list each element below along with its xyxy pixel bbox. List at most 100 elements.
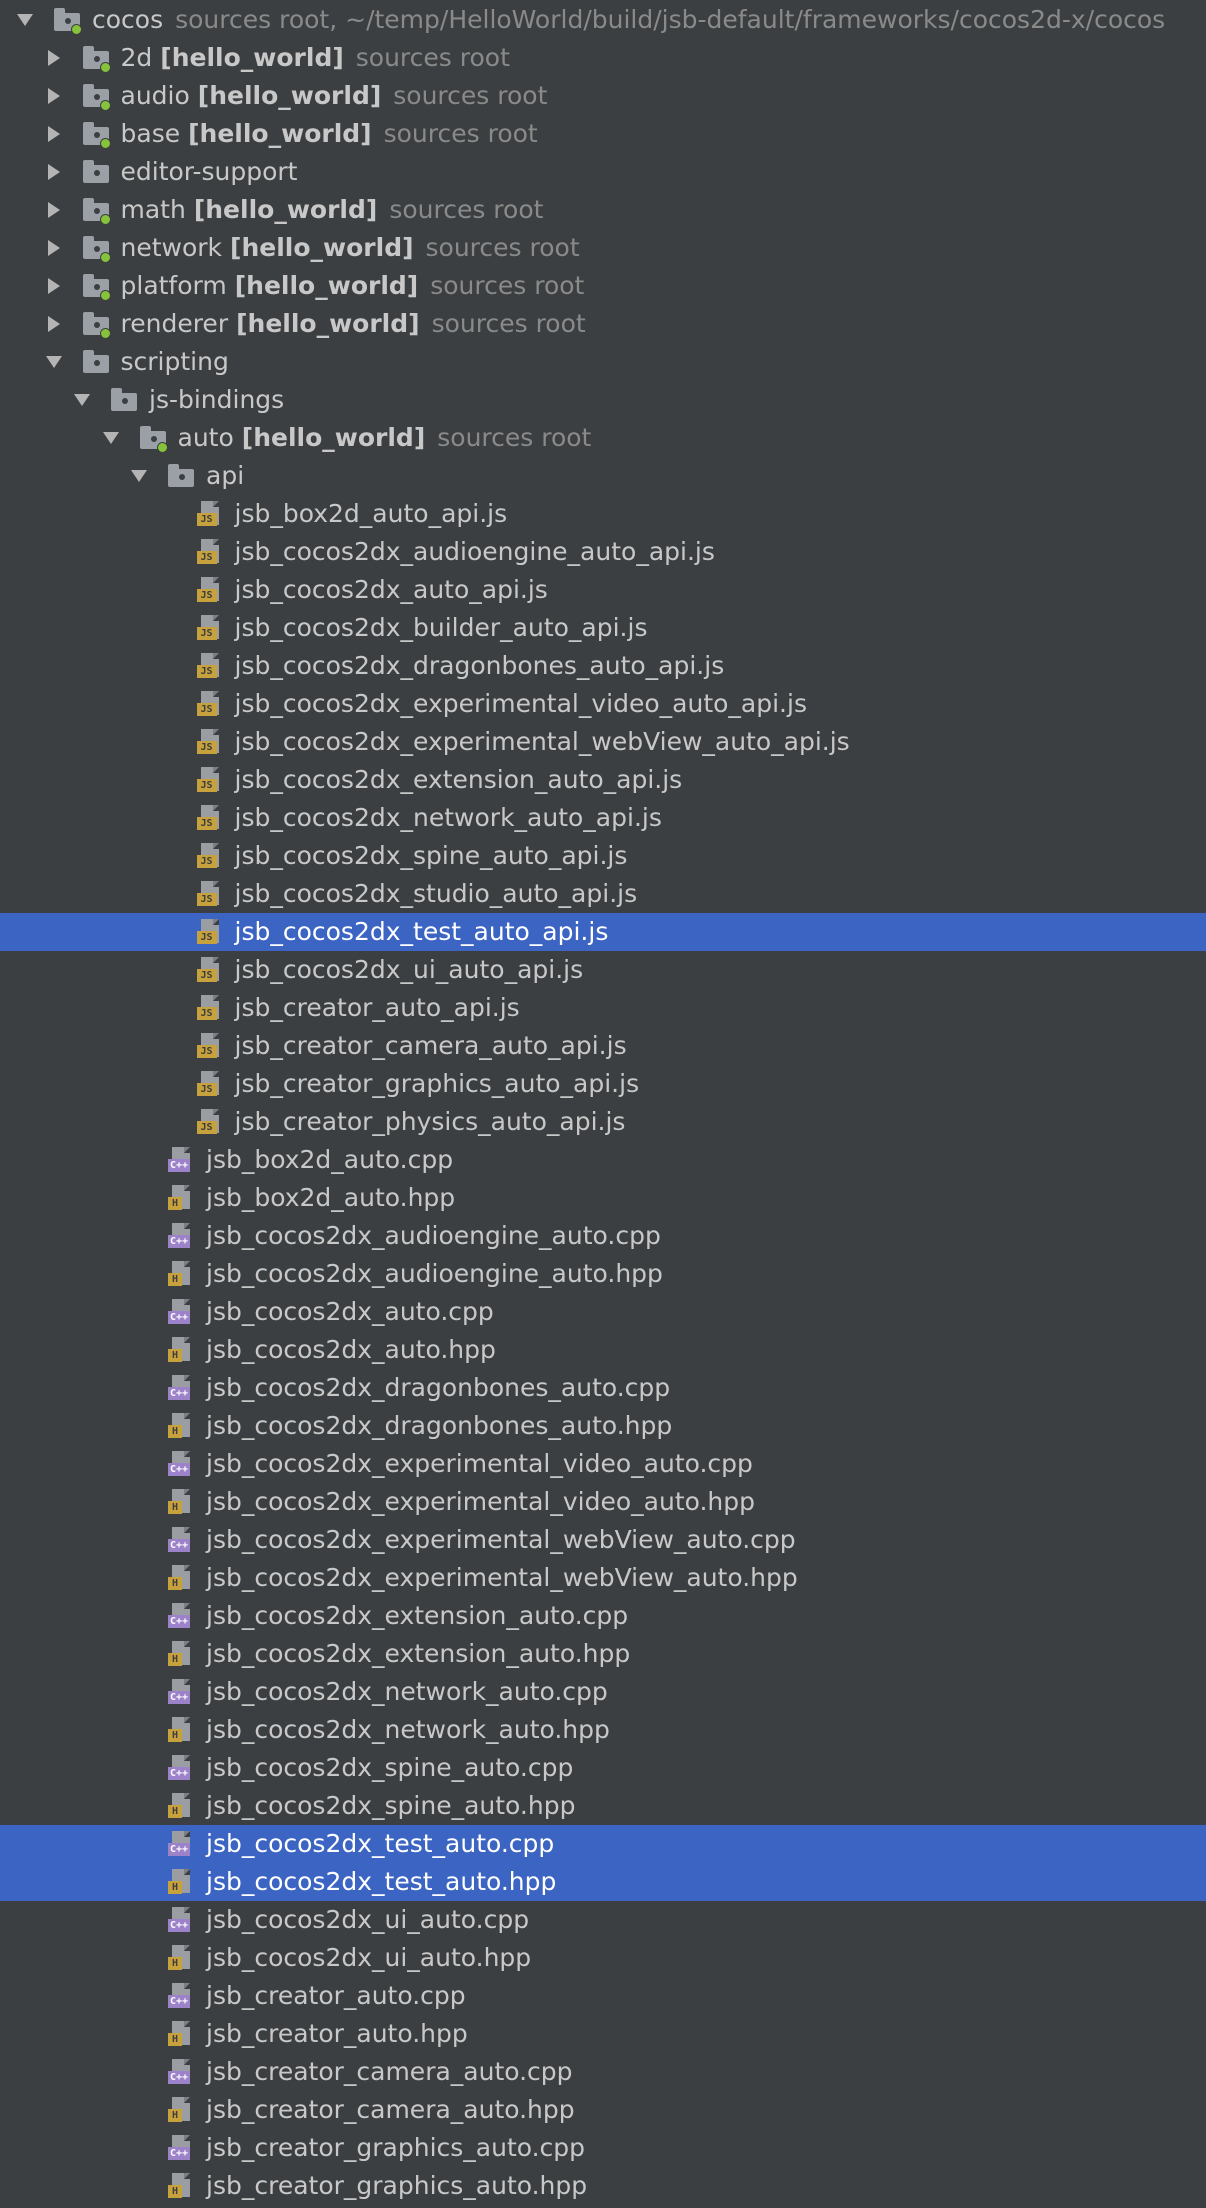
tree-item-label: jsb_creator_physics_auto_api.js: [234, 1107, 626, 1136]
tree-file-row[interactable]: JS jsb_cocos2dx_experimental_webView_auto…: [0, 723, 1206, 761]
tree-file-row[interactable]: Hjsb_cocos2dx_experimental_video_auto.hp…: [0, 1483, 1206, 1521]
tree-file-row[interactable]: C++ jsb_cocos2dx_ui_auto.cpp: [0, 1901, 1206, 1939]
tree-file-row[interactable]: C++ jsb_creator_camera_auto.cpp: [0, 2053, 1206, 2091]
tree-folder-row[interactable]: base [hello_world] sources root: [0, 115, 1206, 153]
hpp-file-icon: H: [168, 1565, 196, 1591]
tree-file-row[interactable]: C++ jsb_creator_auto.cpp: [0, 1977, 1206, 2015]
tree-folder-row[interactable]: cocos sources root, ~/temp/HelloWorld/bui…: [0, 1, 1206, 39]
hpp-file-icon: H: [168, 1185, 196, 1211]
tree-folder-row[interactable]: js-bindings: [0, 381, 1206, 419]
tree-file-row[interactable]: C++ jsb_cocos2dx_dragonbones_auto.cpp: [0, 1369, 1206, 1407]
tree-file-row[interactable]: C++ jsb_cocos2dx_test_auto.cpp: [0, 1825, 1206, 1863]
source-root-note: sources root: [355, 43, 510, 72]
tree-file-row[interactable]: Hjsb_creator_camera_auto.hpp: [0, 2091, 1206, 2129]
tree-file-row[interactable]: C++ jsb_cocos2dx_spine_auto.cpp: [0, 1749, 1206, 1787]
tree-folder-row[interactable]: scripting: [0, 343, 1206, 381]
tree-file-row[interactable]: Hjsb_creator_graphics_auto.hpp: [0, 2167, 1206, 2205]
tree-folder-row[interactable]: auto [hello_world] sources root: [0, 419, 1206, 457]
tree-folder-row[interactable]: renderer [hello_world] sources root: [0, 305, 1206, 343]
tree-item-label: jsb_cocos2dx_test_auto_api.js: [234, 917, 609, 946]
tree-file-row[interactable]: JS jsb_cocos2dx_extension_auto_api.js: [0, 761, 1206, 799]
js-file-icon: JS: [196, 615, 225, 641]
tree-item-label: jsb_cocos2dx_builder_auto_api.js: [234, 613, 648, 642]
tree-file-row[interactable]: C++ jsb_creator_graphics_auto.cpp: [0, 2129, 1206, 2167]
chevron-right-icon[interactable]: [41, 229, 67, 267]
chevron-down-icon[interactable]: [69, 381, 95, 419]
chevron-right-icon[interactable]: [41, 305, 67, 343]
tree-item-label: base: [120, 119, 181, 148]
source-root-note: sources root: [425, 233, 580, 262]
tree-file-row[interactable]: Hjsb_creator_auto.hpp: [0, 2015, 1206, 2053]
js-file-icon: JS: [196, 1109, 225, 1135]
js-file-icon: JS: [196, 881, 225, 907]
tree-folder-row[interactable]: editor-support: [0, 153, 1206, 191]
tree-file-row[interactable]: C++ jsb_cocos2dx_network_auto.cpp: [0, 1673, 1206, 1711]
cpp-file-icon: C++: [168, 1907, 196, 1933]
tree-file-row[interactable]: Hjsb_cocos2dx_dragonbones_auto.hpp: [0, 1407, 1206, 1445]
tree-file-row[interactable]: C++ jsb_box2d_auto.cpp: [0, 1141, 1206, 1179]
chevron-right-icon[interactable]: [41, 153, 67, 191]
hpp-file-icon: H: [168, 1641, 196, 1667]
cpp-file-icon: C++: [168, 2135, 196, 2161]
tree-item-label: jsb_cocos2dx_spine_auto.hpp: [206, 1791, 576, 1820]
tree-file-row[interactable]: Hjsb_cocos2dx_spine_auto.hpp: [0, 1787, 1206, 1825]
tree-folder-row[interactable]: api: [0, 457, 1206, 495]
cpp-file-icon: C++: [168, 1755, 196, 1781]
chevron-right-icon[interactable]: [41, 191, 67, 229]
tree-file-row[interactable]: JS jsb_cocos2dx_experimental_video_auto_a…: [0, 685, 1206, 723]
chevron-right-icon[interactable]: [41, 39, 67, 77]
tree-file-row[interactable]: JS jsb_cocos2dx_audioengine_auto_api.js: [0, 533, 1206, 571]
tree-file-row[interactable]: JS jsb_creator_camera_auto_api.js: [0, 1027, 1206, 1065]
tree-folder-row[interactable]: 2d [hello_world] sources root: [0, 39, 1206, 77]
tree-item-label: jsb_box2d_auto.hpp: [206, 1183, 456, 1212]
tree-file-row[interactable]: JS jsb_cocos2dx_dragonbones_auto_api.js: [0, 647, 1206, 685]
tree-file-row[interactable]: Hjsb_box2d_auto.hpp: [0, 1179, 1206, 1217]
js-file-icon: JS: [196, 1071, 225, 1097]
tree-file-row[interactable]: C++ jsb_cocos2dx_experimental_webView_aut…: [0, 1521, 1206, 1559]
chevron-down-icon[interactable]: [126, 457, 152, 495]
tree-file-row[interactable]: Hjsb_cocos2dx_network_auto.hpp: [0, 1711, 1206, 1749]
tree-file-row[interactable]: Hjsb_cocos2dx_ui_auto.hpp: [0, 1939, 1206, 1977]
tree-file-row[interactable]: Hjsb_cocos2dx_extension_auto.hpp: [0, 1635, 1206, 1673]
tree-file-row[interactable]: C++ jsb_cocos2dx_extension_auto.cpp: [0, 1597, 1206, 1635]
tree-file-row[interactable]: C++ jsb_cocos2dx_auto.cpp: [0, 1293, 1206, 1331]
chevron-down-icon[interactable]: [12, 1, 38, 39]
tree-file-row[interactable]: JS jsb_cocos2dx_studio_auto_api.js: [0, 875, 1206, 913]
tree-file-row[interactable]: JS jsb_cocos2dx_network_auto_api.js: [0, 799, 1206, 837]
tree-item-label: network: [120, 233, 223, 262]
project-tree[interactable]: cocos sources root, ~/temp/HelloWorld/bui…: [0, 0, 1206, 2208]
hpp-file-icon: H: [168, 1413, 196, 1439]
tree-file-row[interactable]: JS jsb_cocos2dx_auto_api.js: [0, 571, 1206, 609]
source-root-note: sources root: [383, 119, 538, 148]
tree-folder-row[interactable]: network [hello_world] sources root: [0, 229, 1206, 267]
chevron-down-icon[interactable]: [41, 343, 67, 381]
tree-item-label: editor-support: [120, 157, 298, 186]
source-root-note: sources root, ~/temp/HelloWorld/build/js…: [175, 5, 1166, 34]
tree-file-row[interactable]: JS jsb_cocos2dx_spine_auto_api.js: [0, 837, 1206, 875]
chevron-right-icon[interactable]: [41, 267, 67, 305]
tree-file-row[interactable]: JS jsb_creator_graphics_auto_api.js: [0, 1065, 1206, 1103]
tree-file-row[interactable]: JS jsb_creator_physics_auto_api.js: [0, 1103, 1206, 1141]
tree-item-label: jsb_box2d_auto_api.js: [234, 499, 508, 528]
cpp-file-icon: C++: [168, 1679, 196, 1705]
tree-file-row[interactable]: JS jsb_cocos2dx_builder_auto_api.js: [0, 609, 1206, 647]
tree-folder-row[interactable]: audio [hello_world] sources root: [0, 77, 1206, 115]
tree-file-row[interactable]: JS jsb_cocos2dx_test_auto_api.js: [0, 913, 1206, 951]
tree-file-row[interactable]: JS jsb_box2d_auto_api.js: [0, 495, 1206, 533]
chevron-right-icon[interactable]: [41, 77, 67, 115]
tree-folder-row[interactable]: math [hello_world] sources root: [0, 191, 1206, 229]
tree-file-row[interactable]: JS jsb_creator_auto_api.js: [0, 989, 1206, 1027]
tree-file-row[interactable]: C++ jsb_cocos2dx_experimental_video_auto.…: [0, 1445, 1206, 1483]
tree-file-row[interactable]: C++ jsb_cocos2dx_audioengine_auto.cpp: [0, 1217, 1206, 1255]
hpp-file-icon: H: [168, 1945, 196, 1971]
tree-file-row[interactable]: Hjsb_cocos2dx_experimental_webView_auto.…: [0, 1559, 1206, 1597]
tree-folder-row[interactable]: platform [hello_world] sources root: [0, 267, 1206, 305]
tree-item-label: jsb_cocos2dx_ui_auto_api.js: [234, 955, 584, 984]
chevron-down-icon[interactable]: [98, 419, 124, 457]
tree-file-row[interactable]: JS jsb_cocos2dx_ui_auto_api.js: [0, 951, 1206, 989]
tree-file-row[interactable]: Hjsb_cocos2dx_audioengine_auto.hpp: [0, 1255, 1206, 1293]
cpp-file-icon: C++: [168, 1527, 196, 1553]
tree-file-row[interactable]: Hjsb_cocos2dx_auto.hpp: [0, 1331, 1206, 1369]
tree-file-row[interactable]: Hjsb_cocos2dx_test_auto.hpp: [0, 1863, 1206, 1901]
chevron-right-icon[interactable]: [41, 115, 67, 153]
